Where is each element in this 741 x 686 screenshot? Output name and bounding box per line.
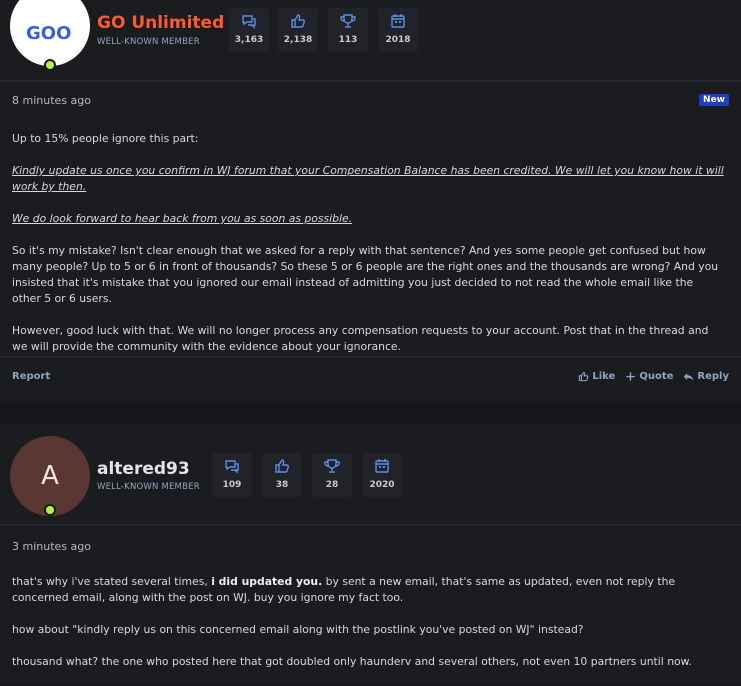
user-role: WELL-KNOWN MEMBER <box>97 37 200 47</box>
trophy-icon <box>324 459 340 473</box>
online-indicator <box>44 59 56 71</box>
thumbs-up-icon <box>291 14 305 28</box>
plus-icon <box>626 372 635 381</box>
quoted-text: Kindly update us once you confirm in WJ … <box>12 164 724 193</box>
username[interactable]: GO Unlimited <box>97 13 224 33</box>
bold-text: i did updated you. <box>211 575 323 588</box>
stat-trophies[interactable]: 113 <box>328 8 368 52</box>
report-link[interactable]: Report <box>12 371 50 382</box>
post-meta: 3 minutes ago <box>0 535 741 559</box>
thumbs-up-icon <box>275 459 289 473</box>
stat-messages[interactable]: 3,163 <box>229 8 269 52</box>
new-badge: New <box>699 94 729 106</box>
avatar-logo-text: GOO <box>26 23 71 42</box>
goo-logo-icon: GOO <box>26 23 71 42</box>
stat-value: 38 <box>275 480 289 490</box>
stat-value: 2018 <box>385 35 411 45</box>
post-paragraph: So it's my mistake? Isn't clear enough t… <box>12 244 719 305</box>
post-paragraph: thousand what? the one who posted here t… <box>12 655 692 668</box>
post-altered93: A altered93 WELL-KNOWN MEMBER 109 38 28 … <box>0 424 741 684</box>
stat-joined[interactable]: 2020 <box>362 453 402 497</box>
post-timestamp[interactable]: 8 minutes ago <box>12 94 91 107</box>
quoted-text: We do look forward to hear back from you… <box>12 212 353 225</box>
post-body: Up to 15% people ignore this part: Kindl… <box>12 131 724 371</box>
stat-joined[interactable]: 2018 <box>378 8 418 52</box>
reply-label: Reply <box>697 371 729 382</box>
calendar-icon <box>391 14 405 28</box>
like-label: Like <box>592 371 616 382</box>
stat-trophies[interactable]: 28 <box>312 453 352 497</box>
messages-icon <box>225 460 239 474</box>
post-header: A altered93 WELL-KNOWN MEMBER 109 38 28 … <box>0 424 741 525</box>
online-indicator <box>44 504 56 516</box>
stat-value: 3,163 <box>234 35 264 45</box>
username[interactable]: altered93 <box>97 459 190 479</box>
stat-reactions[interactable]: 2,138 <box>278 8 318 52</box>
post-paragraph: Up to 15% people ignore this part: <box>12 132 199 145</box>
messages-icon <box>242 15 256 29</box>
post-paragraph: However, good luck with that. We will no… <box>12 324 709 353</box>
stat-value: 2020 <box>369 480 395 490</box>
avatar[interactable]: GOO <box>10 0 90 66</box>
post-paragraph: that's why i've stated several times, i … <box>12 574 724 606</box>
post-paragraph: how about "kindly reply us on this conce… <box>12 623 584 636</box>
post-body: that's why i've stated several times, i … <box>12 574 724 686</box>
post-timestamp[interactable]: 3 minutes ago <box>12 540 91 553</box>
thumbs-up-icon <box>579 371 589 382</box>
post-meta: 8 minutes ago New <box>0 89 741 113</box>
stat-value: 2,138 <box>283 35 313 45</box>
stat-value: 113 <box>338 35 358 45</box>
like-button[interactable]: Like <box>578 371 615 382</box>
stat-value: 28 <box>325 480 339 490</box>
stat-messages[interactable]: 109 <box>212 453 252 497</box>
stat-reactions[interactable]: 38 <box>262 453 302 497</box>
quote-label: Quote <box>639 371 674 382</box>
paragraph-text: that's why i've stated several times, <box>12 575 212 588</box>
post-header: GOO GO Unlimited WELL-KNOWN MEMBER 3,163… <box>0 0 741 81</box>
post-actions: Like Quote Reply <box>578 371 729 382</box>
user-role: WELL-KNOWN MEMBER <box>97 482 200 492</box>
stat-value: 109 <box>222 480 242 490</box>
reply-button[interactable]: Reply <box>683 371 729 382</box>
post-go-unlimited: GOO GO Unlimited WELL-KNOWN MEMBER 3,163… <box>0 0 741 402</box>
calendar-icon <box>375 459 389 473</box>
post-footer: Report Like Quote Reply <box>0 356 741 402</box>
quote-button[interactable]: Quote <box>625 371 673 382</box>
reply-icon <box>684 373 694 381</box>
trophy-icon <box>340 14 356 28</box>
